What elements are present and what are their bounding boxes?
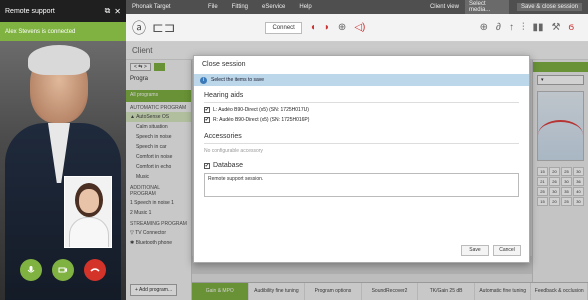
fitting-icon[interactable]: ⊏⊐ <box>152 19 175 36</box>
connect-button[interactable]: Connect <box>265 21 302 34</box>
close-session-dialog: Close session i Select the items to save… <box>193 55 530 263</box>
pin-icon[interactable]: ↑ <box>509 22 514 33</box>
device-left-row[interactable]: ✔ L: Audéo B90-Direct (x5) (SN: 1725H017… <box>204 107 519 113</box>
hearing-aid-right-icon[interactable]: ◗ <box>324 22 330 33</box>
remote-title: Remote support <box>5 7 55 15</box>
microphone-button[interactable] <box>20 259 42 281</box>
wrench-icon[interactable]: ⚒ <box>551 22 560 33</box>
device-right-checkbox[interactable]: ✔ <box>204 117 210 123</box>
device-right-row[interactable]: ✔ R: Audéo B90-Direct (x5) (SN: 1725H016… <box>204 117 519 123</box>
database-title: Database <box>213 162 243 169</box>
database-checkbox[interactable]: ✔ <box>204 162 210 169</box>
accessories-empty-text: No configurable accessory <box>204 148 263 154</box>
menu-file[interactable]: File <box>208 4 218 10</box>
device-left-label: L: Audéo B90-Direct (x5) (SN: 1725H017U) <box>213 107 309 113</box>
equalizer-icon[interactable]: ⫶ <box>522 22 525 33</box>
end-call-icon <box>90 268 100 272</box>
chart-icon[interactable]: ▮▮ <box>532 22 543 33</box>
dialog-info-bar: i Select the items to save <box>194 74 529 86</box>
camera-icon <box>58 267 67 273</box>
hearing-aid-left-icon[interactable]: ◖ <box>310 22 316 33</box>
hearing-aid-pair-icon[interactable]: ϭ <box>568 22 574 33</box>
database-section: ✔ Database Remote support session. <box>204 162 519 197</box>
media-select[interactable]: Select media... <box>464 0 509 14</box>
sound-icon[interactable]: ◁) <box>354 22 365 33</box>
device-left-checkbox[interactable]: ✔ <box>204 107 210 113</box>
remote-support-panel: Remote support ⧉ ✕ Alex Stevens is conne… <box>0 0 126 300</box>
client-icon[interactable]: ⓐ <box>132 18 146 38</box>
dialog-footer: Save Cancel <box>461 245 521 256</box>
hearing-aids-section: Hearing aids ✔ L: Audéo B90-Direct (x5) … <box>204 92 519 123</box>
pip-face <box>79 189 99 213</box>
dialog-title: Close session <box>202 61 246 68</box>
popout-icon[interactable]: ⧉ <box>105 6 111 16</box>
accessories-section: Accessories No configurable accessory <box>204 133 519 154</box>
client-view-toggle[interactable]: Client view <box>430 4 459 10</box>
close-icon[interactable]: ✕ <box>114 7 121 16</box>
call-controls <box>0 259 126 281</box>
connection-status: Alex Stevens is connected <box>0 22 126 41</box>
self-video <box>64 176 112 248</box>
info-icon: i <box>200 76 207 84</box>
menu-help[interactable]: Help <box>299 4 311 10</box>
accessory-icon[interactable]: ⊕ <box>338 22 346 33</box>
device-right-label: R: Audéo B90-Direct (x5) (SN: 1725H016P) <box>213 117 310 123</box>
hearing-aids-title: Hearing aids <box>204 92 519 103</box>
app-titlebar: Phonak Target File Fitting eService Help… <box>126 0 588 14</box>
session-notes-field[interactable]: Remote support session. <box>204 173 519 197</box>
save-button[interactable]: Save <box>461 245 489 256</box>
target-icon[interactable]: ⊕ <box>480 22 488 33</box>
pip-body <box>69 217 109 247</box>
ear-icon[interactable]: ∂ <box>496 22 501 33</box>
microphone-icon <box>27 266 35 273</box>
save-close-session-button[interactable]: Save & close session <box>516 3 582 11</box>
remote-titlebar: Remote support ⧉ ✕ <box>0 0 126 22</box>
video-person-hair <box>28 45 90 75</box>
menu-fitting[interactable]: Fitting <box>232 4 248 10</box>
app-brand: Phonak Target <box>132 4 171 10</box>
dialog-info-text: Select the items to save <box>211 77 265 83</box>
end-call-button[interactable] <box>84 259 106 281</box>
accessories-title: Accessories <box>204 133 519 144</box>
menu-eservice[interactable]: eService <box>262 4 285 10</box>
database-row[interactable]: ✔ Database <box>204 162 519 169</box>
camera-button[interactable] <box>52 259 74 281</box>
cancel-button[interactable]: Cancel <box>493 245 521 256</box>
main-toolbar: ⓐ ⊏⊐ Connect ◖ ◗ ⊕ ◁) ⊕ ∂ ↑ ⫶ ▮▮ ⚒ ϭ <box>126 14 588 42</box>
